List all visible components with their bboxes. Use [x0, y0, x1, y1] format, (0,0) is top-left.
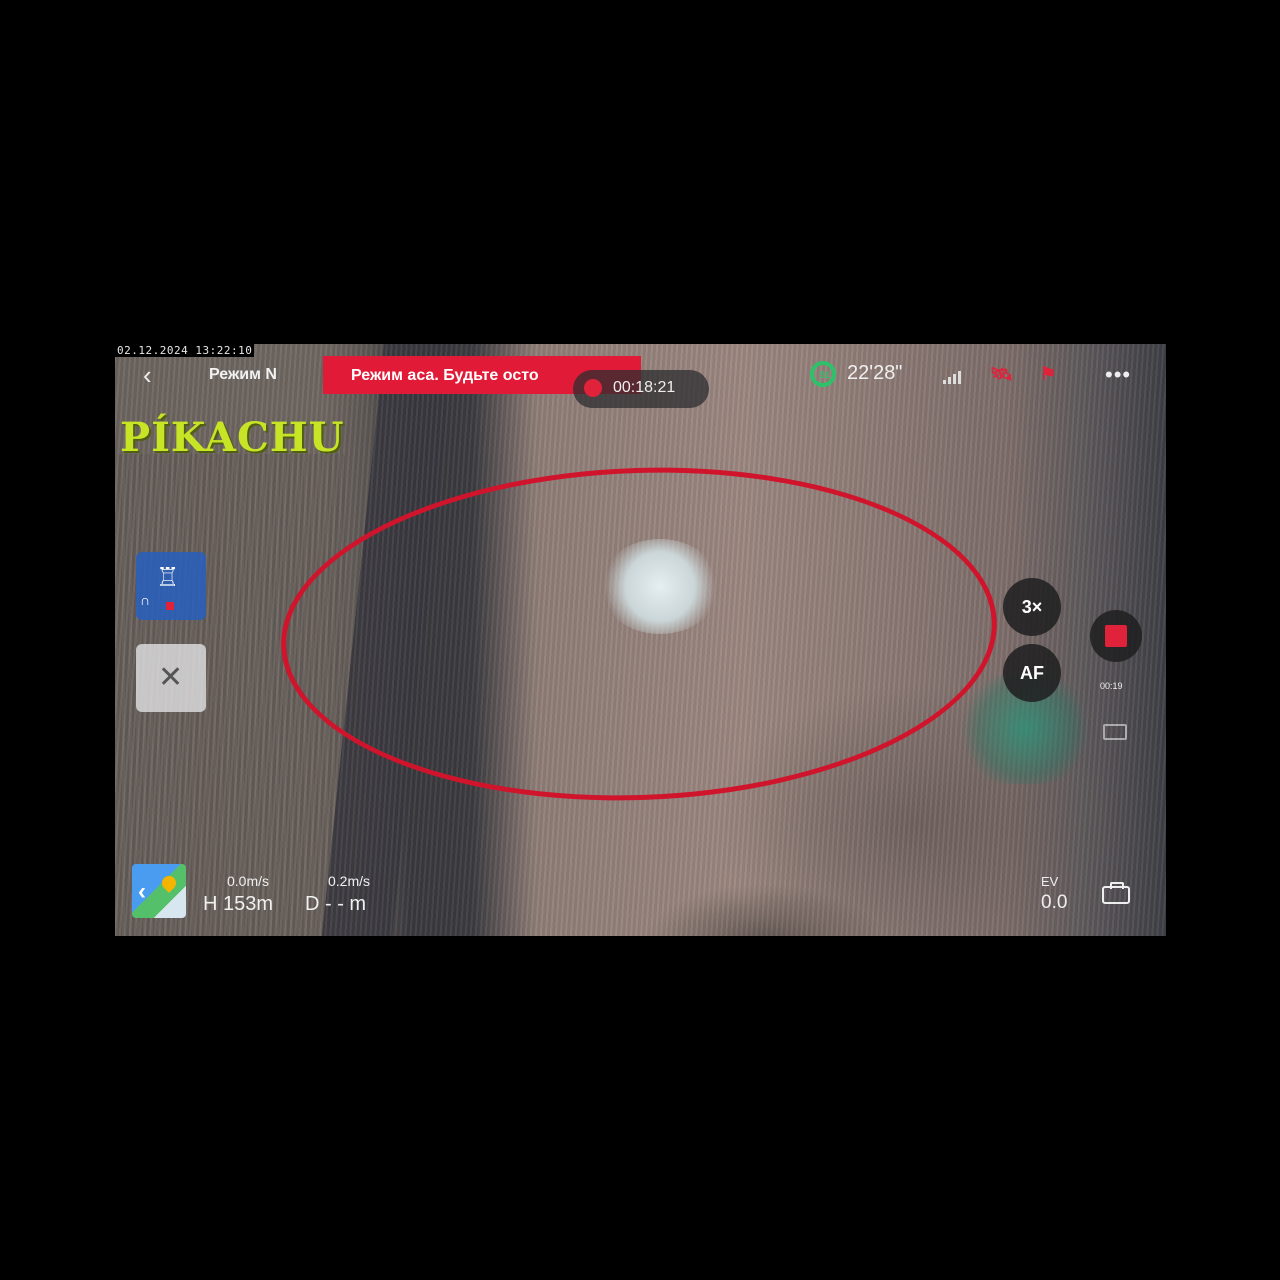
recording-dot-icon	[584, 379, 602, 397]
ev-label: EV	[1041, 874, 1059, 889]
map-chevron-icon: ‹	[138, 878, 146, 905]
map-button[interactable]: ‹	[132, 864, 186, 918]
stop-icon	[1105, 625, 1127, 647]
remaining-flight-time[interactable]: 22'28"	[847, 362, 902, 385]
autofocus-button[interactable]: AF	[1003, 644, 1061, 702]
record-duration: 00:19	[1100, 681, 1123, 691]
camera-mode-icon[interactable]	[1102, 882, 1130, 904]
height-readout: H 153m	[203, 893, 274, 915]
flight-mode-button[interactable]: ♖ ∩	[136, 552, 206, 620]
drone-camera-view: 02.12.2024 13:22:10 ‹ Режим N Режим аса.…	[115, 344, 1166, 936]
ev-value[interactable]: 0.0	[1041, 892, 1067, 914]
rc-signal-icon[interactable]: ⚑	[1040, 364, 1056, 385]
status-marker-icon	[166, 602, 174, 610]
gps-status-icon[interactable]: 🛰	[990, 364, 1013, 385]
location-pin-icon	[159, 873, 179, 893]
signal-strength-icon[interactable]	[943, 368, 967, 384]
light-off-icon: ✕	[158, 661, 184, 694]
battery-percent: 51	[820, 370, 831, 380]
channel-logo: PÍKACHU	[120, 414, 345, 461]
horizontal-speed: 0.0m/s	[227, 873, 270, 889]
playback-icon[interactable]	[1103, 724, 1127, 740]
record-stop-button[interactable]	[1090, 610, 1142, 662]
recording-time: 00:18:21	[613, 379, 676, 396]
distance-readout: D - - m	[305, 893, 367, 915]
back-icon[interactable]: ‹	[143, 362, 152, 388]
vertical-speed: 0.2m/s	[328, 873, 371, 889]
zoom-button[interactable]: 3×	[1003, 578, 1061, 636]
light-toggle-button[interactable]: ✕	[136, 644, 206, 712]
return-path-icon: ∩	[140, 592, 151, 608]
more-options-icon[interactable]: •••	[1105, 362, 1131, 388]
recording-indicator: 00:18:21	[573, 370, 709, 408]
flight-mode-label[interactable]: Режим N	[209, 366, 277, 384]
datetime-stamp: 02.12.2024 13:22:10	[115, 344, 255, 357]
tower-icon: ♖	[156, 562, 180, 592]
